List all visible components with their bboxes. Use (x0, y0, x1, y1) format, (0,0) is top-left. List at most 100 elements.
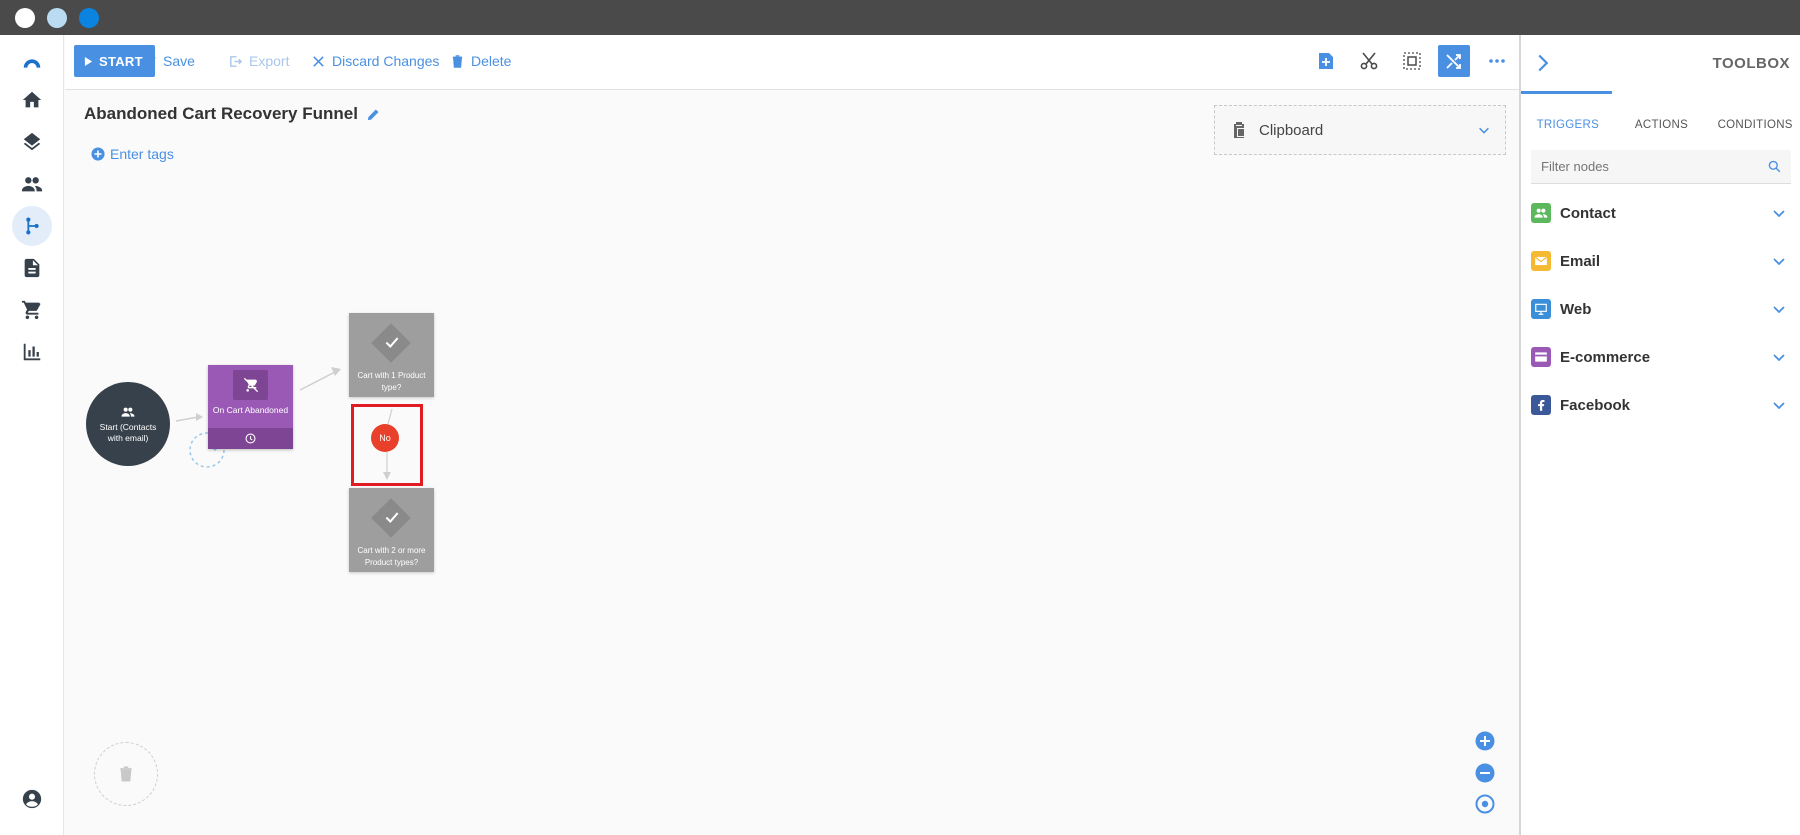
chevron-down-icon (1773, 354, 1785, 362)
window-titlebar (0, 0, 1800, 35)
category-label: Web (1560, 300, 1592, 318)
cut-button[interactable] (1353, 45, 1385, 77)
discard-changes-button[interactable]: Discard Changes (311, 45, 439, 77)
chevron-down-icon (1773, 258, 1785, 266)
category-facebook[interactable]: Facebook (1531, 390, 1791, 420)
filter-nodes-field[interactable] (1531, 150, 1791, 184)
flow-canvas[interactable] (65, 91, 1519, 835)
left-nav (0, 35, 64, 835)
tab-triggers[interactable]: TRIGGERS (1521, 105, 1615, 145)
toolbox-tabs: TRIGGERS ACTIONS CONDITIONS (1521, 105, 1800, 145)
filter-nodes-input[interactable] (1541, 159, 1768, 174)
trash-icon (120, 766, 132, 782)
auto-layout-button[interactable] (1438, 45, 1470, 77)
center-view-button[interactable] (1474, 793, 1496, 815)
chevron-down-icon (1479, 127, 1489, 134)
add-circle-icon (91, 147, 105, 161)
export-icon (230, 55, 243, 67)
app-logo[interactable] (12, 43, 52, 83)
envelope-icon (1531, 251, 1551, 271)
category-web[interactable]: Web (1531, 294, 1791, 324)
search-icon[interactable] (1768, 160, 1781, 173)
nav-reports[interactable] (12, 332, 52, 372)
logo-icon (23, 59, 41, 68)
chevron-down-icon (1773, 210, 1785, 218)
zoom-out-button[interactable] (1474, 762, 1496, 784)
save-button[interactable]: Save (142, 45, 195, 77)
category-email[interactable]: Email (1531, 246, 1791, 276)
window-maximize-button[interactable] (79, 8, 99, 28)
nav-documents[interactable] (12, 248, 52, 288)
trigger-node-cart-abandoned[interactable]: On Cart Abandoned (208, 365, 293, 449)
funnel-title: Abandoned Cart Recovery Funnel (84, 104, 381, 124)
nav-contacts[interactable] (12, 164, 52, 204)
edit-pencil-icon[interactable] (366, 107, 381, 122)
window-minimize-button[interactable] (47, 8, 67, 28)
clipboard-dropdown[interactable]: Clipboard (1214, 105, 1506, 155)
nav-account[interactable] (12, 779, 52, 819)
delete-button[interactable]: Delete (450, 45, 511, 77)
more-options-button[interactable] (1481, 45, 1513, 77)
facebook-icon (1531, 395, 1551, 415)
flow-branch-icon (26, 217, 39, 235)
category-ecommerce[interactable]: E-commerce (1531, 342, 1791, 372)
nav-home[interactable] (12, 80, 52, 120)
discard-changes-label: Discard Changes (332, 53, 440, 69)
condition-node-label: Cart with 2 or more Product types? (357, 546, 426, 567)
chevron-down-icon (1773, 306, 1785, 314)
start-node[interactable]: Start (Contacts with email) (86, 382, 170, 466)
category-label: Contact (1560, 204, 1616, 222)
select-box-icon (1403, 52, 1421, 70)
clipboard-label: Clipboard (1259, 121, 1324, 139)
enter-tags-button[interactable]: Enter tags (91, 146, 174, 162)
tab-actions[interactable]: ACTIONS (1615, 105, 1709, 145)
chevron-down-icon (1773, 402, 1785, 410)
card-icon (1531, 347, 1551, 367)
plus-circle-icon (1475, 731, 1495, 751)
home-icon (22, 91, 42, 108)
add-node-button[interactable] (1310, 45, 1342, 77)
people-icon (21, 177, 43, 192)
check-icon (143, 56, 156, 67)
trigger-node-label: On Cart Abandoned (212, 405, 289, 415)
no-branch-badge[interactable]: No (371, 424, 399, 452)
monitor-icon (1531, 299, 1551, 319)
toolbox-panel: TOOLBOX TRIGGERS ACTIONS CONDITIONS Cont… (1519, 35, 1800, 835)
funnel-title-text: Abandoned Cart Recovery Funnel (84, 104, 358, 123)
export-button[interactable]: Export (228, 45, 289, 77)
toolbox-header: TOOLBOX (1521, 35, 1800, 93)
start-node-label: Start (Contacts with email) (99, 421, 157, 443)
category-label: Email (1560, 252, 1601, 270)
condition-node-label: Cart with 1 Product type? (357, 371, 426, 392)
delete-drop-zone[interactable] (94, 742, 158, 806)
bar-chart-icon (23, 343, 41, 361)
check-icon (385, 337, 399, 348)
nav-layers[interactable] (12, 122, 52, 162)
condition-node-multiple-products[interactable]: Cart with 2 or more Product types? (349, 488, 434, 572)
category-contact[interactable]: Contact (1531, 198, 1791, 228)
category-label: E-commerce (1560, 348, 1651, 366)
nav-funnels[interactable] (12, 206, 52, 246)
select-area-button[interactable] (1396, 45, 1428, 77)
editor-toolbar: START Save Export Discard Changes Delete (65, 35, 1519, 90)
chevron-right-icon[interactable] (1533, 53, 1553, 73)
cart-icon (21, 300, 41, 320)
account-icon (22, 789, 42, 809)
cart-off-icon (233, 370, 268, 400)
condition-node-single-product[interactable]: Cart with 1 Product type? (349, 313, 434, 397)
category-label: Facebook (1560, 396, 1631, 414)
enter-tags-label: Enter tags (110, 146, 174, 162)
window-close-button[interactable] (15, 8, 35, 28)
clock-icon (245, 433, 256, 444)
people-icon (1531, 203, 1551, 223)
trigger-node-footer[interactable] (208, 428, 293, 449)
tab-conditions[interactable]: CONDITIONS (1708, 105, 1800, 145)
save-button-label: Save (163, 53, 195, 69)
people-icon (121, 407, 135, 417)
nav-ecommerce[interactable] (12, 290, 52, 330)
close-icon (313, 55, 324, 67)
export-button-label: Export (249, 53, 290, 69)
toolbox-accent-bar (1521, 91, 1612, 94)
zoom-in-button[interactable] (1474, 730, 1496, 752)
clipboard-icon (1234, 122, 1245, 138)
